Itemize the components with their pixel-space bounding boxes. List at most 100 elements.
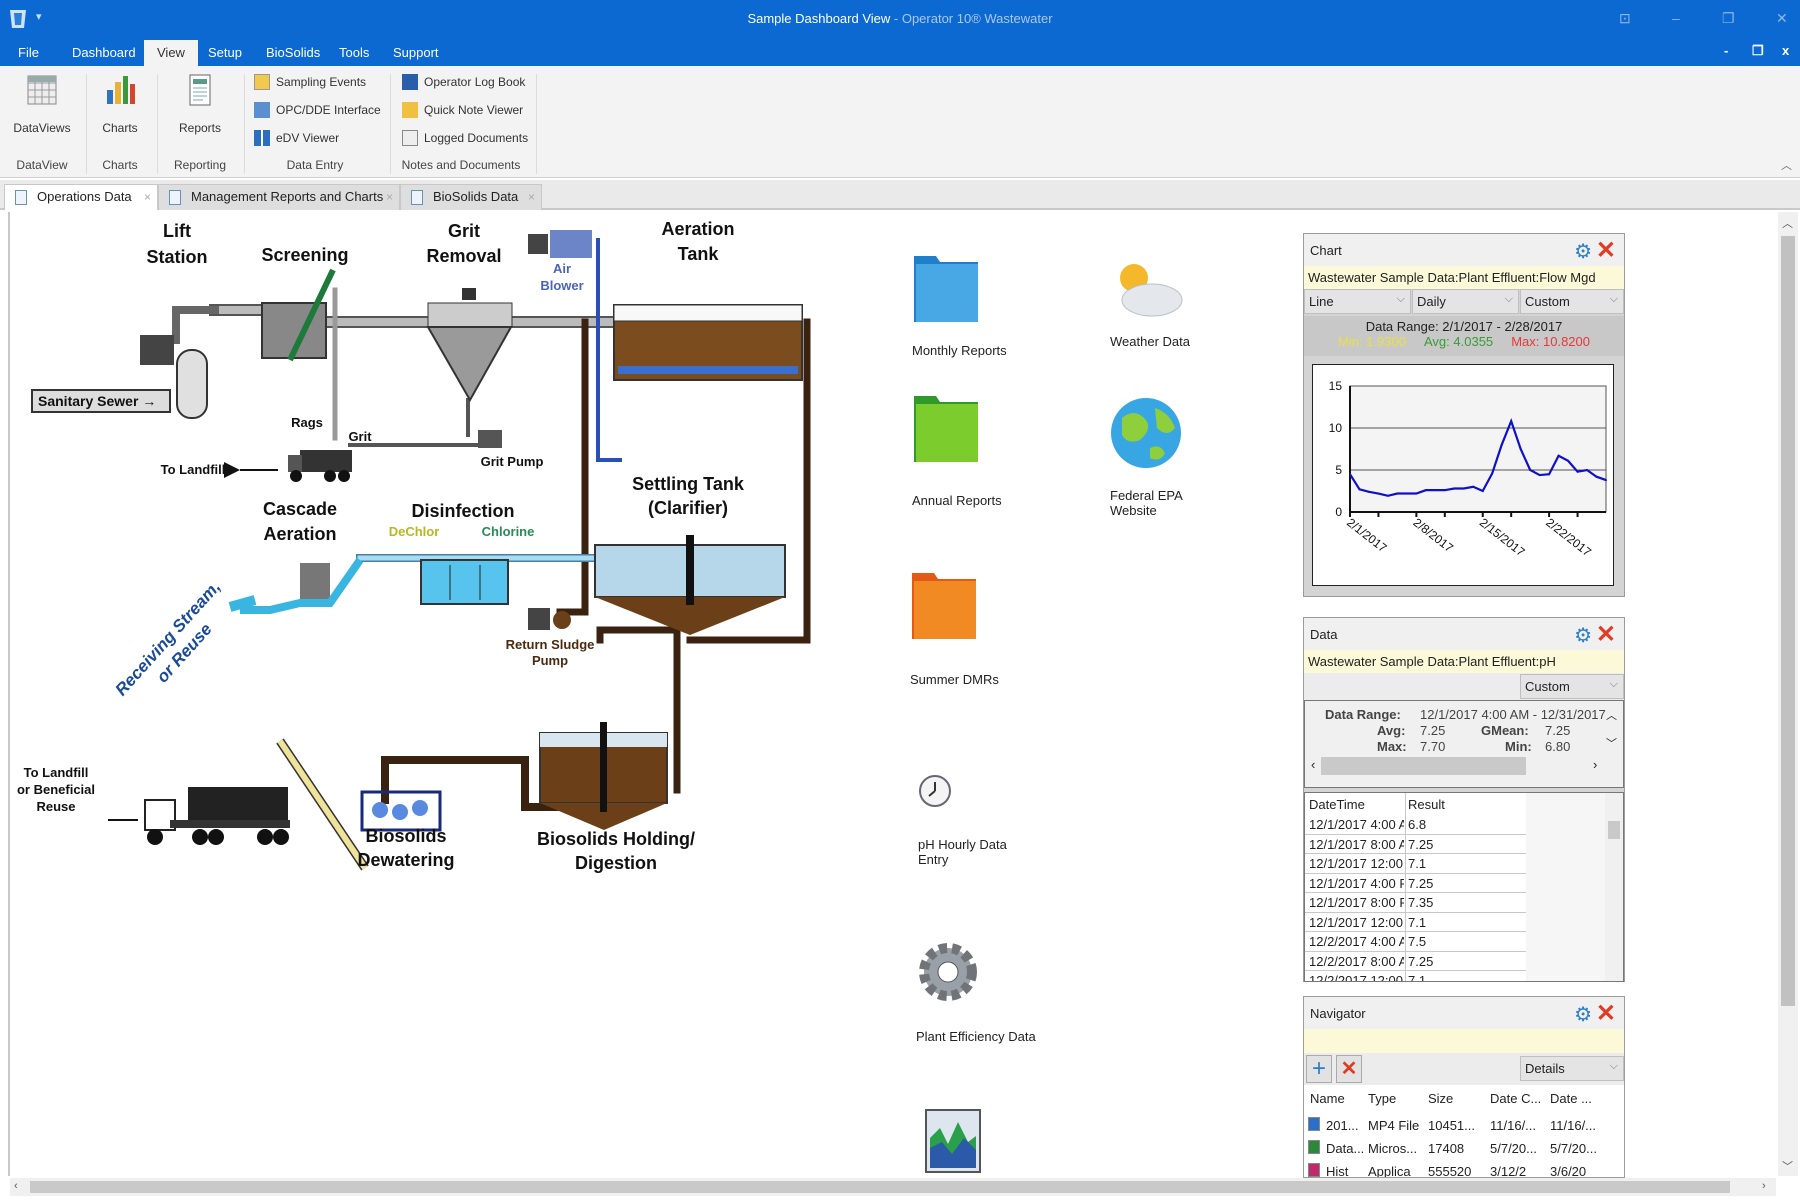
restore-document-button[interactable]: ❐ [1752, 43, 1764, 59]
table-row[interactable]: 12/2/2017 4:00 AM 7.5 [1305, 932, 1526, 952]
cell-datetime: 12/1/2017 4:00 AM [1309, 817, 1404, 832]
column-header[interactable]: Date C... [1490, 1091, 1541, 1106]
horizontal-scroll-thumb[interactable] [30, 1181, 1730, 1193]
close-widget-icon[interactable]: ✕ [1596, 999, 1616, 1028]
scroll-down-icon[interactable]: ﹀ [1782, 1158, 1793, 1174]
settings-gear-icon[interactable]: ⚙ [1574, 623, 1592, 648]
collapse-ribbon-icon[interactable]: ︿ [1781, 157, 1792, 173]
column-header-result[interactable]: Result [1408, 797, 1445, 812]
green-folder-icon [914, 396, 978, 462]
chart-interval-select[interactable]: Daily ⌵ [1412, 289, 1519, 314]
grit-label: Grit [348, 429, 372, 444]
column-header[interactable]: Size [1428, 1091, 1453, 1106]
tile-annual-reports[interactable]: Annual Reports [912, 388, 1002, 508]
data-point [1567, 459, 1570, 462]
table-row[interactable]: 12/1/2017 8:00 AM7.25 [1305, 835, 1526, 854]
close-document-button[interactable]: x [1782, 43, 1789, 58]
scroll-up-icon[interactable]: ︿ [1782, 215, 1793, 231]
cell-datetime: 12/1/2017 8:00 AM [1309, 836, 1404, 852]
scroll-right-icon[interactable]: › [1593, 757, 1597, 772]
tile-monthly-reports[interactable]: Monthly Reports [912, 248, 1007, 358]
cell-datetime: 12/2/2017 4:00 AM [1309, 934, 1404, 949]
ribbon-display-icon[interactable]: ⊡ [1619, 10, 1631, 27]
file-cell: 5/7/20... [1490, 1141, 1537, 1156]
column-header[interactable]: Type [1368, 1091, 1396, 1106]
minimize-window-button[interactable]: – [1672, 10, 1680, 26]
data-widget: Data ⚙ ✕ Wastewater Sample Data:Plant Eff… [1303, 617, 1625, 982]
scroll-right-icon[interactable]: › [1762, 1180, 1766, 1192]
grit-pump-label: Grit Pump [481, 454, 544, 469]
table-row[interactable]: 12/1/2017 4:00 AM 6.8 [1305, 815, 1526, 835]
data-point [1481, 490, 1484, 492]
cascade-aeration-label: Cascade [263, 499, 337, 519]
scroll-left-icon[interactable]: ‹ [1311, 757, 1315, 772]
chart-avg: Avg: 4.0355 [1424, 334, 1494, 349]
chart-type-select[interactable]: Line ⌵ [1304, 289, 1411, 314]
data-point [1576, 470, 1579, 473]
close-widget-icon[interactable]: ✕ [1596, 236, 1616, 265]
biosolids-truck-icon [144, 787, 290, 845]
tile-ph-hourly-data-entry[interactable]: pH Hourly Data Entry [918, 774, 1018, 867]
data-point [1396, 492, 1399, 495]
data-point [1586, 469, 1589, 471]
disinfection-tank [420, 559, 509, 605]
tile-plant-efficiency-data[interactable]: Plant Efficiency Data [916, 932, 1036, 1044]
scroll-left-icon[interactable]: ‹ [14, 1180, 18, 1192]
settings-gear-icon[interactable]: ⚙ [1574, 239, 1592, 264]
table-row[interactable]: 12/1/2017 12:00 PM 7.1 [1305, 854, 1526, 874]
table-row[interactable]: 12/1/2017 12:00 AM7.1 [1305, 913, 1526, 932]
data-grid[interactable]: DateTimeResult 12/1/2017 4:00 AM6.812/1/… [1304, 792, 1624, 982]
return-sludge-pump-label-2: Pump [532, 653, 568, 668]
cell-datetime: 12/1/2017 12:00 AM [1309, 914, 1404, 930]
cell-datetime: 12/2/2017 12:00 PM [1309, 973, 1404, 982]
scroll-up-icon[interactable]: ︿ [1606, 707, 1617, 723]
table-row[interactable]: 12/2/2017 8:00 AM7.25 [1305, 952, 1526, 971]
flow-line-chart[interactable]: 0510152/1/2017 2/8/2017 2/15/2017 2/22/2017 [1312, 364, 1614, 586]
file-row[interactable]: 201... MP4 File 10451... 11/16/... 11/16/... [1304, 1115, 1624, 1137]
data-point [1358, 488, 1361, 491]
close-window-button[interactable]: ✕ [1776, 10, 1788, 27]
column-header-datetime[interactable]: DateTime [1309, 797, 1365, 812]
cell-datetime: 12/1/2017 12:00 PM [1309, 856, 1404, 871]
tile-weather-data[interactable]: Weather Data [1110, 258, 1190, 349]
cell-result: 7.1 [1408, 973, 1427, 982]
minimize-document-button[interactable]: - [1724, 43, 1728, 58]
tile-chart-shortcut[interactable] [924, 1108, 982, 1177]
column-header[interactable]: Name [1310, 1091, 1345, 1106]
settling-tank-label-2: (Clarifier) [648, 498, 728, 518]
file-cell: 3/6/20 [1550, 1164, 1587, 1177]
file-row[interactable]: Hist Applica 555520 3/12/2 3/6/20 [1304, 1161, 1624, 1177]
scroll-down-icon[interactable]: ﹀ [1606, 735, 1617, 751]
grid-vertical-scrollbar[interactable] [1605, 793, 1623, 981]
column-header[interactable]: Date ... [1550, 1091, 1592, 1106]
add-button[interactable]: + [1306, 1055, 1332, 1083]
air-blower-label: Air [553, 261, 571, 276]
navigator-file-list[interactable]: Name Type Size Date C... Date ... 201... MP4 F… [1304, 1087, 1624, 1177]
settings-gear-icon[interactable]: ⚙ [1574, 1002, 1592, 1027]
table-row[interactable]: 12/1/2017 4:00 PM7.25 [1305, 874, 1526, 893]
data-range-select[interactable]: Custom ⌵ [1520, 674, 1624, 699]
view-mode-select[interactable]: Details ⌵ [1520, 1056, 1624, 1081]
stats-min-label: Min: [1505, 739, 1532, 754]
chart-min: Min: 1.9300 [1338, 334, 1406, 349]
data-point [1472, 485, 1475, 488]
tile-federal-epa-website[interactable]: Federal EPA Website [1110, 393, 1200, 518]
navigator-title: Navigator [1310, 1006, 1366, 1021]
cell-result: 7.5 [1408, 934, 1427, 949]
vertical-scroll-thumb[interactable] [1781, 236, 1795, 1006]
process-flow-diagram[interactable]: Sanitary Sewer → Lift Station Screening … [0, 0, 900, 1000]
chart-range-select[interactable]: Custom ⌵ [1520, 289, 1624, 314]
chart-range-value: Custom [1525, 294, 1570, 309]
to-landfill-label: To Landfill [161, 462, 226, 477]
maximize-window-button[interactable]: ❐ [1722, 10, 1735, 27]
close-widget-icon[interactable]: ✕ [1596, 620, 1616, 649]
y-tick-label: 15 [1329, 379, 1343, 393]
tile-summer-dmrs[interactable]: Summer DMRs [910, 565, 999, 687]
file-icon [1308, 1117, 1320, 1131]
stats-horizontal-scrollbar[interactable] [1321, 757, 1526, 775]
file-row[interactable]: Data... Micros... 17408 5/7/20... 5/7/20... [1304, 1138, 1624, 1160]
table-row[interactable]: 12/2/2017 12:00 PM 7.1 [1305, 971, 1526, 982]
delete-button[interactable]: ✕ [1336, 1055, 1362, 1083]
data-point [1415, 492, 1418, 495]
table-row[interactable]: 12/1/2017 8:00 PM 7.35 [1305, 893, 1526, 913]
